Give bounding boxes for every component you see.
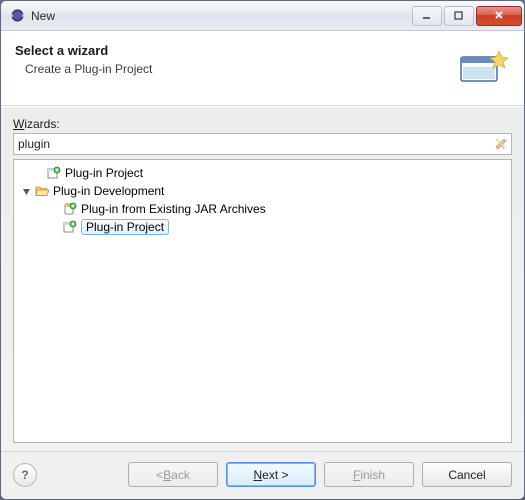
plugin-icon: [62, 219, 78, 235]
plugin-icon: [46, 165, 62, 181]
cancel-button[interactable]: Cancel: [422, 462, 512, 487]
eclipse-icon: [9, 8, 25, 24]
tree-item-label: Plug-in Project: [65, 166, 143, 180]
tree-item-plugin-from-jar[interactable]: Plug-in from Existing JAR Archives: [16, 200, 509, 218]
tree-item-label: Plug-in from Existing JAR Archives: [81, 202, 266, 216]
dialog-window: New ✕ Select a wizard Create a Plug-in P…: [0, 0, 525, 500]
wizards-filter-input[interactable]: [13, 133, 512, 155]
tree-item-label: Plug-in Development: [53, 184, 164, 198]
clear-filter-icon[interactable]: [493, 136, 509, 152]
help-button[interactable]: ?: [13, 463, 37, 487]
back-button[interactable]: < Back: [128, 462, 218, 487]
window-title: New: [31, 9, 410, 23]
wizard-banner-icon: [454, 43, 510, 91]
button-bar: ? < Back Next > Finish Cancel: [1, 451, 524, 499]
tree-item-plugin-project[interactable]: Plug-in Project: [16, 218, 509, 236]
tree-item-label: Plug-in Project: [81, 219, 169, 235]
minimize-button[interactable]: [412, 6, 442, 26]
wizard-tree[interactable]: Plug-in Project Plug-in Development: [13, 159, 512, 443]
help-icon: ?: [21, 468, 28, 482]
folder-open-icon: [34, 183, 50, 199]
jar-plugin-icon: [62, 201, 78, 217]
dialog-body: Wizards:: [1, 106, 524, 451]
close-icon: ✕: [494, 9, 503, 22]
tree-item-plugin-development[interactable]: Plug-in Development: [16, 182, 509, 200]
window-controls: ✕: [410, 6, 522, 26]
dialog-heading: Select a wizard: [15, 43, 454, 58]
tree-item-plugin-project-root[interactable]: Plug-in Project: [16, 164, 509, 182]
maximize-button[interactable]: [444, 6, 474, 26]
close-button[interactable]: ✕: [476, 6, 522, 26]
dialog-header: Select a wizard Create a Plug-in Project: [1, 31, 524, 106]
titlebar[interactable]: New ✕: [1, 1, 524, 31]
finish-button[interactable]: Finish: [324, 462, 414, 487]
wizards-label: Wizards:: [13, 117, 512, 131]
next-button[interactable]: Next >: [226, 462, 316, 487]
expander-open-icon[interactable]: [20, 187, 32, 196]
dialog-description: Create a Plug-in Project: [15, 62, 454, 76]
